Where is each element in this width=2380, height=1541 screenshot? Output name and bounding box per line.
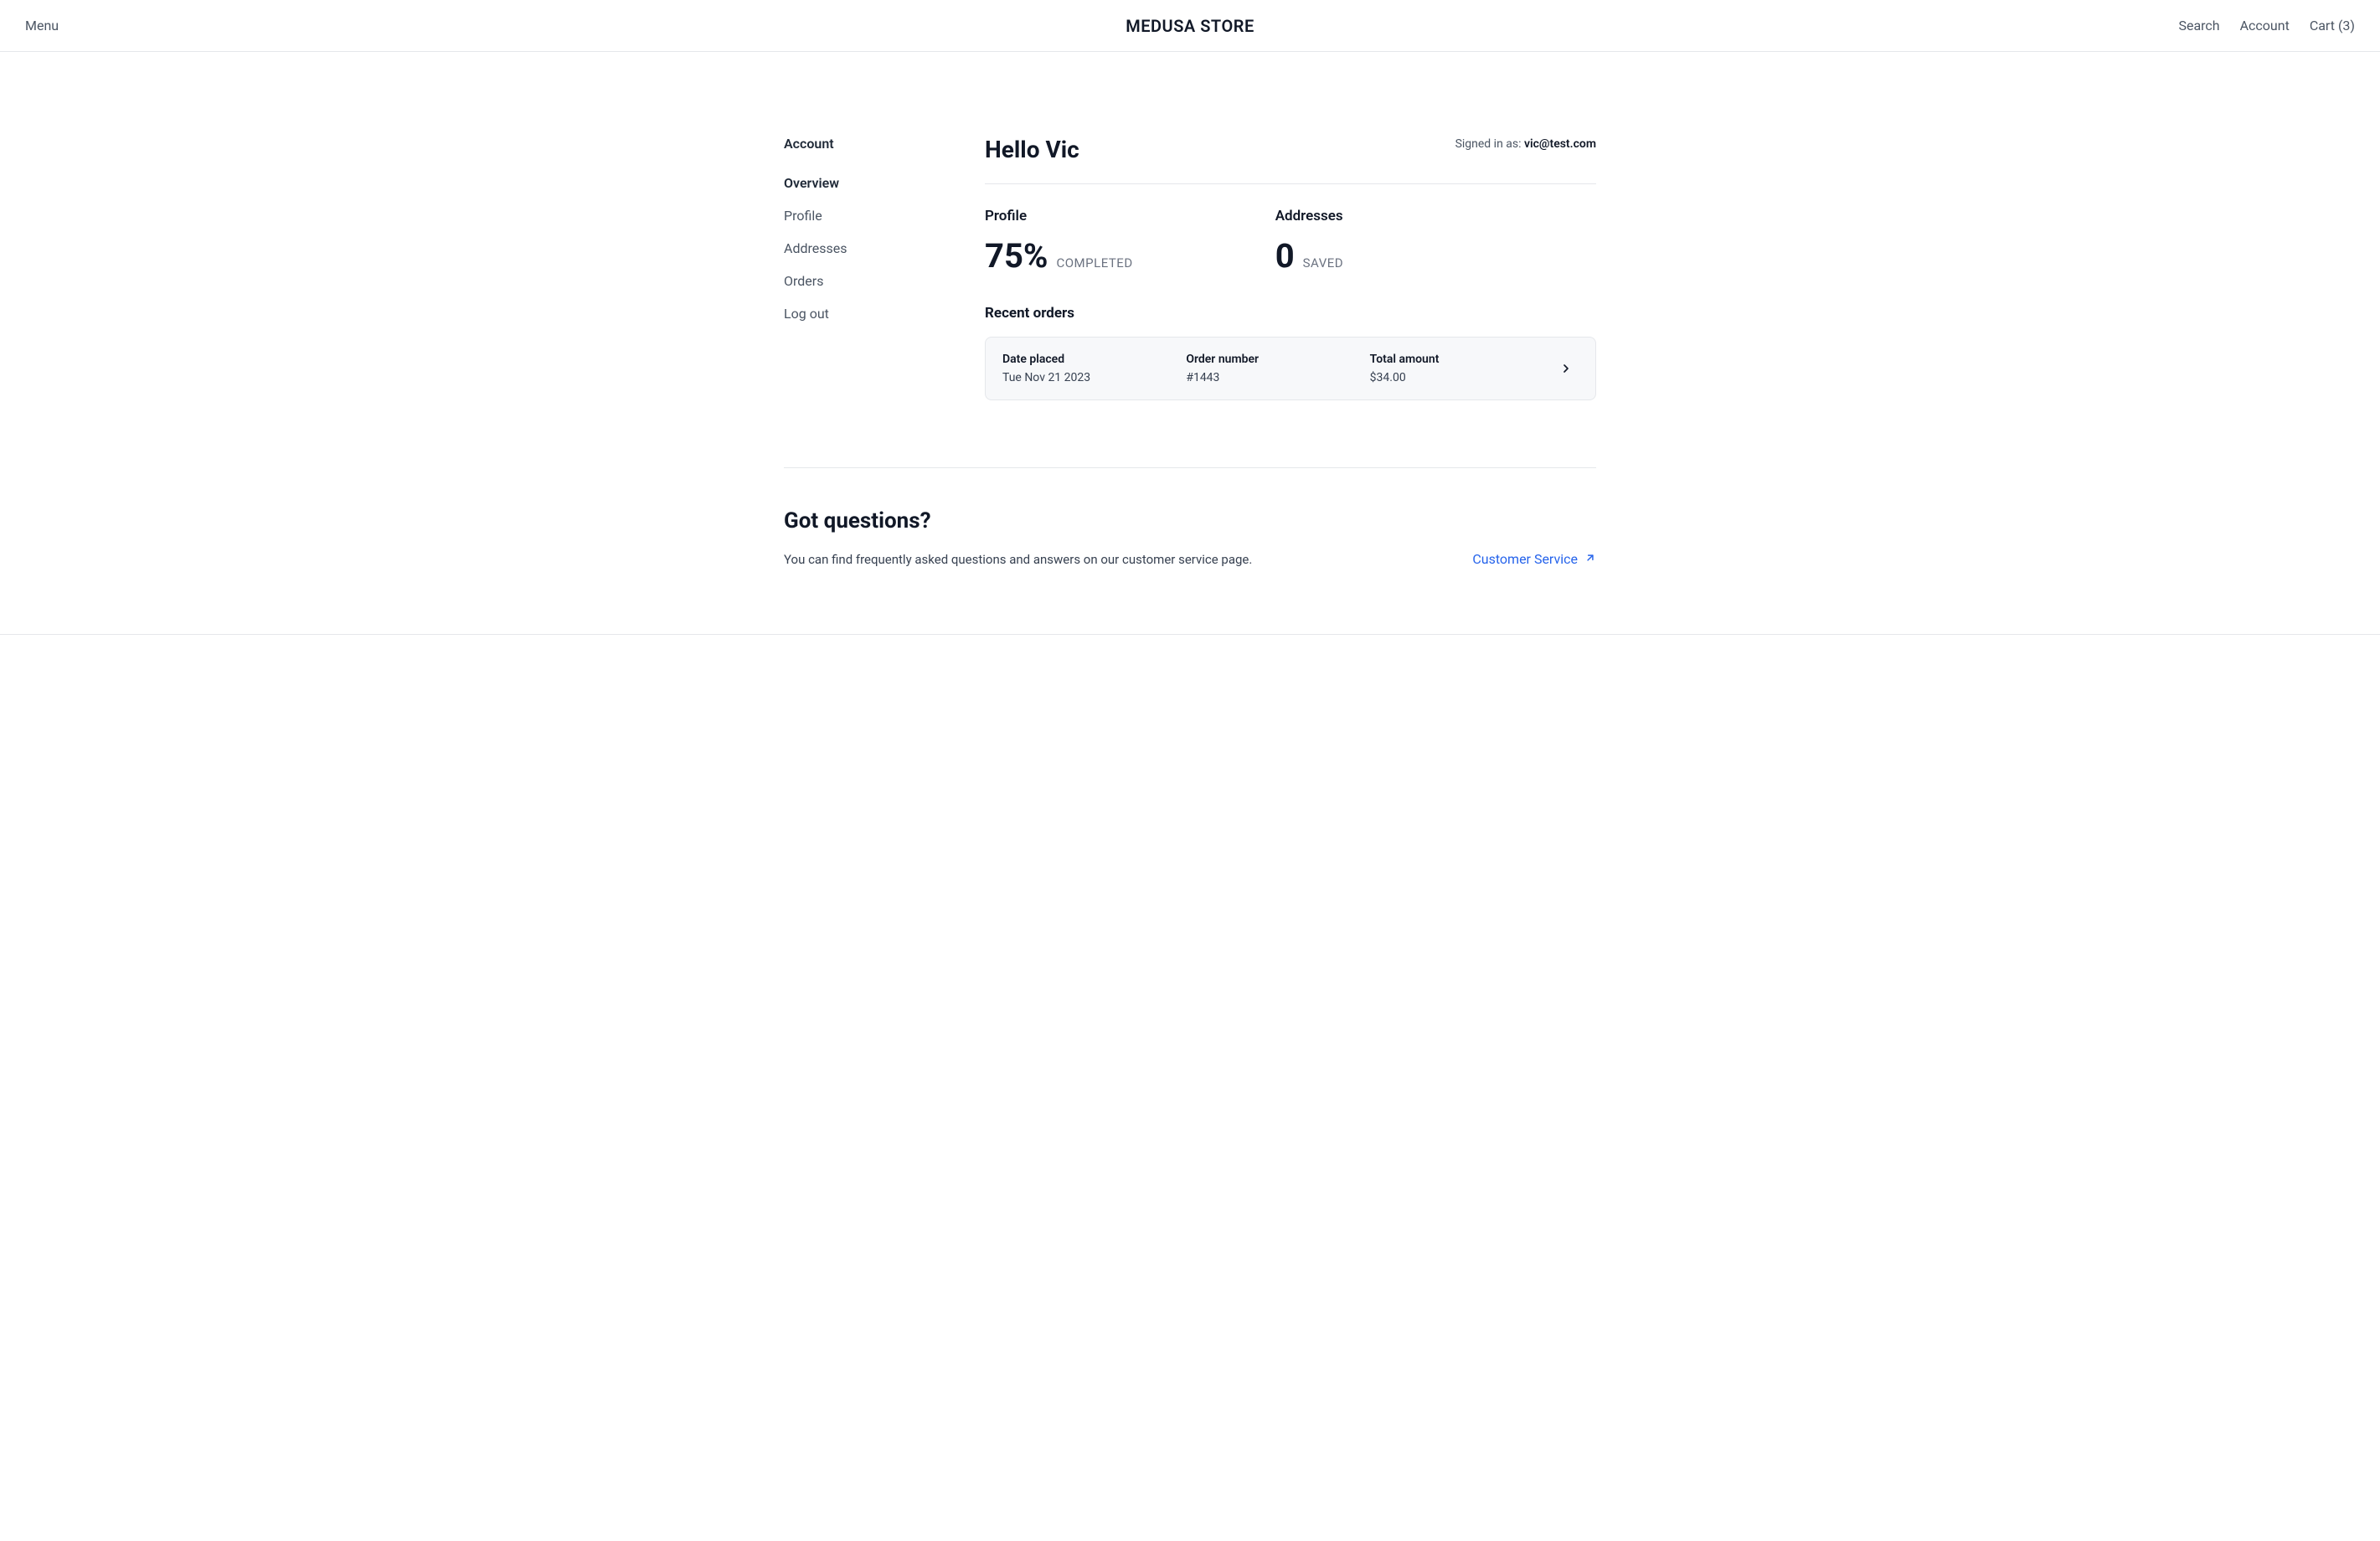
search-link[interactable]: Search: [2178, 18, 2219, 34]
sidebar-title: Account: [784, 136, 968, 152]
profile-stat-value: 75%: [985, 240, 1048, 273]
addresses-stat-value: 0: [1275, 240, 1295, 273]
menu-link[interactable]: Menu: [25, 18, 59, 34]
signed-in-prefix: Signed in as:: [1455, 137, 1524, 151]
order-date-value: Tue Nov 21 2023: [1002, 371, 1186, 384]
profile-stat-title: Profile: [985, 208, 1133, 224]
sidebar-item-orders[interactable]: Orders: [784, 273, 968, 289]
brand-logo[interactable]: MEDUSA STORE: [1126, 16, 1254, 36]
sidebar-item-addresses[interactable]: Addresses: [784, 240, 968, 256]
profile-stat-sub: COMPLETED: [1056, 255, 1132, 271]
sidebar-item-profile[interactable]: Profile: [784, 208, 968, 224]
customer-service-link[interactable]: Customer Service: [1472, 551, 1596, 567]
account-main: Hello Vic Signed in as: vic@test.com Pro…: [985, 136, 1596, 400]
account-sidebar: Account Overview Profile Addresses Order…: [784, 136, 985, 400]
questions-section: Got questions? You can find frequently a…: [784, 468, 1596, 634]
recent-orders-title: Recent orders: [985, 305, 1596, 322]
addresses-stat: Addresses 0 SAVED: [1275, 208, 1343, 273]
addresses-stat-sub: SAVED: [1303, 255, 1343, 271]
signed-in-as: Signed in as: vic@test.com: [1455, 136, 1596, 151]
sidebar-item-overview[interactable]: Overview: [784, 175, 968, 191]
customer-service-label: Customer Service: [1472, 551, 1578, 567]
site-header: Menu MEDUSA STORE Search Account Cart (3…: [0, 0, 2380, 52]
order-number-value: #1443: [1186, 371, 1369, 384]
addresses-stat-title: Addresses: [1275, 208, 1343, 224]
hello-heading: Hello Vic: [985, 136, 1079, 163]
order-number-label: Order number: [1186, 353, 1369, 366]
sidebar-item-logout[interactable]: Log out: [784, 306, 968, 322]
order-total-value: $34.00: [1370, 371, 1553, 384]
arrow-up-right-icon: [1584, 551, 1596, 567]
chevron-right-icon: [1553, 362, 1579, 375]
cart-link[interactable]: Cart (3): [2310, 18, 2355, 34]
account-link[interactable]: Account: [2240, 18, 2290, 34]
page-bottom-border: [0, 634, 2380, 635]
signed-in-email: vic@test.com: [1524, 137, 1596, 151]
order-date-label: Date placed: [1002, 353, 1186, 366]
order-card[interactable]: Date placed Tue Nov 21 2023 Order number…: [985, 337, 1596, 400]
questions-body: You can find frequently asked questions …: [784, 552, 1252, 567]
order-total-label: Total amount: [1370, 353, 1553, 366]
questions-title: Got questions?: [784, 508, 1252, 533]
profile-stat: Profile 75% COMPLETED: [985, 208, 1133, 273]
